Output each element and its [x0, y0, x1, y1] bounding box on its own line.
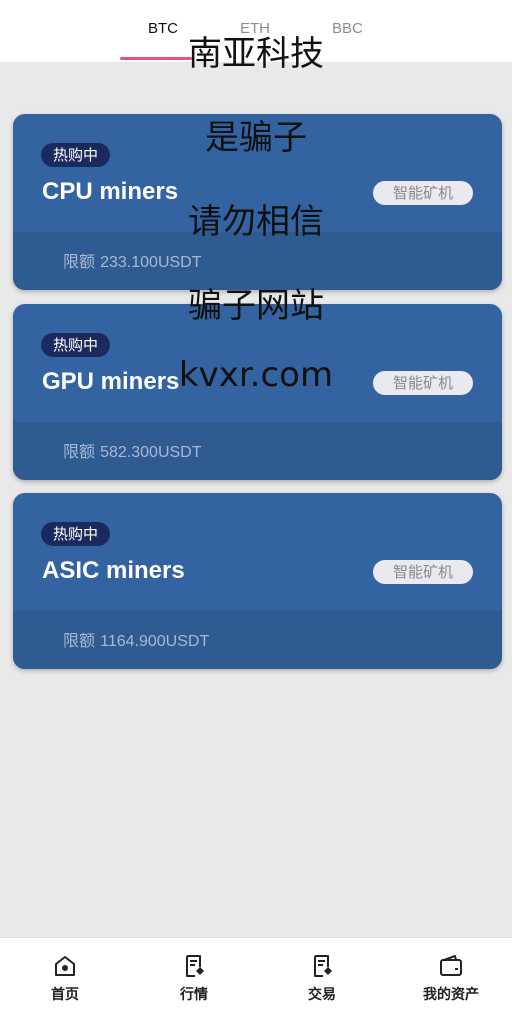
limit-label: 限额 [63, 252, 96, 271]
nav-label: 我的资产 [423, 987, 479, 1003]
hot-badge: 热购中 [41, 143, 111, 167]
miner-title: CPU miners [42, 178, 179, 205]
card-footer: 限额 1164.900USDT [13, 611, 502, 669]
limit-value: 233.100USDT [100, 254, 202, 271]
limit-value: 582.300USDT [100, 444, 202, 461]
limit-label: 限额 [63, 631, 96, 650]
nav-assets[interactable]: 我的资产 [406, 954, 496, 1004]
miner-card-gpu[interactable]: 限额 582.300USDT 热购中 GPU miners 智能矿机 [13, 304, 502, 480]
miner-type-pill: 智能矿机 [373, 181, 473, 205]
coin-tabs: BTC ETH BBC [0, 0, 512, 62]
hot-badge: 热购中 [41, 333, 111, 357]
hot-badge: 热购中 [41, 522, 111, 546]
miner-card-asic[interactable]: 限额 1164.900USDT 热购中 ASIC miners 智能矿机 [13, 493, 502, 669]
limit-text: 限额 582.300USDT [63, 438, 202, 462]
tab-btc[interactable]: BTC [148, 20, 178, 37]
limit-value: 1164.900USDT [100, 633, 210, 650]
miner-type-pill: 智能矿机 [373, 560, 473, 584]
limit-label: 限额 [63, 442, 96, 461]
nav-label: 首页 [51, 987, 79, 1003]
nav-label: 交易 [308, 987, 336, 1003]
trade-icon [314, 955, 332, 977]
home-icon [55, 956, 75, 976]
tab-bbc[interactable]: BBC [332, 20, 363, 37]
limit-text: 限额 233.100USDT [63, 248, 202, 272]
nav-home[interactable]: 首页 [20, 954, 110, 1004]
active-tab-indicator [120, 57, 192, 60]
tab-eth[interactable]: ETH [240, 20, 270, 37]
wallet-icon [440, 955, 462, 976]
nav-trade[interactable]: 交易 [277, 954, 367, 1004]
bottom-nav: 首页 行情 交易 我的资产 [0, 937, 512, 1024]
miner-type-pill: 智能矿机 [373, 371, 473, 395]
miner-title: ASIC miners [42, 557, 185, 584]
nav-market[interactable]: 行情 [149, 954, 239, 1004]
limit-text: 限额 1164.900USDT [63, 627, 209, 651]
card-footer: 限额 233.100USDT [13, 232, 502, 290]
nav-label: 行情 [180, 987, 208, 1003]
miner-card-cpu[interactable]: 限额 233.100USDT 热购中 CPU miners 智能矿机 [13, 114, 502, 290]
market-icon [186, 955, 204, 977]
miner-title: GPU miners [42, 368, 180, 395]
card-footer: 限额 582.300USDT [13, 422, 502, 480]
